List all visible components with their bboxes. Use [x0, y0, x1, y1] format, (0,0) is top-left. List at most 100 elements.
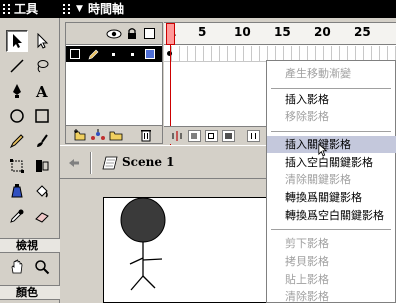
insert-folder-icon[interactable] [109, 128, 123, 142]
mouse-cursor-icon [318, 143, 328, 157]
pencil-tool-button[interactable] [6, 130, 28, 152]
menu-item-copy-frames[interactable]: 拷貝影格 [267, 253, 396, 270]
ink-bottle-icon [11, 184, 23, 198]
menu-separator [271, 88, 391, 89]
frame-context-menu: 產生移動漸變 插入影格 移除影格 插入關鍵影格 插入空白關鍵影格 清除關鍵影格 … [266, 60, 396, 303]
panel-grip-icon[interactable] [63, 4, 70, 14]
collapse-caret-icon[interactable]: ▼ [76, 0, 83, 18]
panel-grip-icon[interactable] [3, 4, 10, 14]
onion-outlines-button[interactable] [205, 130, 218, 142]
onion-markers-icon [251, 133, 256, 139]
subselect-arrow-icon [37, 33, 49, 49]
tools-title-text: 工具 [14, 2, 39, 16]
brush-icon [37, 134, 48, 147]
line-icon [10, 59, 24, 73]
text-tool-button[interactable]: A [31, 80, 53, 102]
view-section-label: 檢視 [0, 238, 60, 253]
layer-header [66, 23, 162, 45]
svg-text:A: A [35, 83, 48, 99]
ruler-number: 5 [198, 25, 207, 39]
layer-row[interactable] [66, 46, 162, 62]
timeline-title-bar[interactable]: ▼ 時間軸 [60, 0, 396, 18]
paint-bucket-icon [36, 185, 48, 198]
hand-icon [11, 259, 23, 274]
colors-section-label: 顏色 [0, 285, 60, 300]
arrow-tool-button[interactable] [6, 30, 28, 52]
timeline-title: 時間軸 [88, 2, 125, 16]
magnifier-icon [35, 260, 50, 275]
ruler-number: 15 [274, 25, 291, 39]
edit-bar-divider [90, 152, 92, 174]
menu-item-create-motion-tween[interactable]: 產生移動漸變 [267, 65, 396, 82]
pen-tool-button[interactable] [6, 80, 28, 102]
ruler-number: 10 [234, 25, 251, 39]
edit-multiple-icon [225, 133, 232, 139]
pencil-edit-icon [88, 49, 99, 60]
ruler-number: 25 [354, 25, 371, 39]
layer-footer [66, 125, 162, 143]
rectangle-icon [35, 109, 49, 123]
zoom-tool-button[interactable] [31, 256, 53, 278]
scene-name[interactable]: Scene 1 [122, 155, 175, 169]
onion-skin-button[interactable] [188, 130, 201, 142]
add-guide-layer-icon[interactable] [90, 128, 106, 142]
eraser-tool-button[interactable] [31, 205, 53, 227]
eraser-icon [35, 212, 49, 223]
menu-item-insert-blank-keyframe[interactable]: 插入空白關鍵影格 [267, 154, 396, 171]
onion-skin-icon [191, 133, 197, 139]
layer-color-swatch[interactable] [145, 49, 155, 59]
layer-visible-dot[interactable] [112, 53, 115, 56]
menu-item-insert-keyframe[interactable]: 插入關鍵影格 [267, 136, 396, 153]
fill-transform-icon [36, 160, 49, 172]
insert-layer-icon[interactable] [73, 128, 87, 142]
layer-lock-dot[interactable] [131, 53, 134, 56]
ink-bottle-tool-button[interactable] [6, 180, 28, 202]
ruler-number: 20 [314, 25, 331, 39]
menu-item-clear-frames[interactable]: 清除影格 [267, 288, 396, 303]
eyedropper-icon [10, 209, 24, 223]
text-a-icon: A [35, 83, 48, 99]
menu-item-cut-frames[interactable]: 剪下影格 [267, 235, 396, 252]
menu-item-insert-frame[interactable]: 插入影格 [267, 91, 396, 108]
trash-icon[interactable] [140, 128, 152, 142]
center-frame-icon[interactable] [171, 130, 183, 142]
menu-item-clear-keyframe[interactable]: 清除關鍵影格 [267, 171, 396, 188]
rectangle-tool-button[interactable] [31, 105, 53, 127]
menu-item-convert-to-blank-keyframe[interactable]: 轉換爲空白關鍵影格 [267, 207, 396, 224]
paint-bucket-tool-button[interactable] [31, 180, 53, 202]
fill-transform-tool-button[interactable] [31, 155, 53, 177]
menu-item-convert-to-keyframe[interactable]: 轉換爲關鍵影格 [267, 189, 396, 206]
lasso-icon [37, 60, 49, 73]
oval-tool-button[interactable] [6, 105, 28, 127]
oval-icon [10, 109, 24, 123]
back-arrow-icon[interactable] [68, 158, 80, 168]
eyedropper-tool-button[interactable] [6, 205, 28, 227]
menu-item-paste-frames[interactable]: 貼上影格 [267, 271, 396, 288]
menu-separator [271, 229, 391, 230]
free-transform-tool-button[interactable] [6, 155, 28, 177]
pen-icon [13, 84, 21, 98]
line-tool-button[interactable] [6, 55, 28, 77]
outline-icon[interactable] [144, 28, 155, 39]
arrow-icon [13, 34, 22, 48]
stage[interactable] [103, 197, 293, 303]
lasso-tool-button[interactable] [31, 55, 53, 77]
lock-icon[interactable] [127, 27, 137, 39]
hand-tool-button[interactable] [6, 256, 28, 278]
free-transform-icon [10, 159, 24, 173]
layer-list [65, 22, 163, 144]
pencil-icon [9, 134, 24, 149]
modify-onion-markers-button[interactable] [247, 130, 260, 142]
edit-multiple-frames-button[interactable] [222, 130, 235, 142]
brush-tool-button[interactable] [31, 130, 53, 152]
playhead-handle[interactable] [166, 23, 175, 45]
onion-outlines-icon [208, 133, 214, 139]
scene-icon [102, 156, 118, 170]
layer-type-icon [70, 49, 80, 59]
tools-panel: 工具 A 檢視 顏色 [0, 0, 60, 303]
frame-ruler[interactable]: 1 5 10 15 20 25 [164, 23, 396, 45]
menu-item-remove-frame[interactable]: 移除影格 [267, 108, 396, 125]
subselect-tool-button[interactable] [31, 30, 53, 52]
menu-separator [271, 131, 391, 132]
eye-icon[interactable] [106, 29, 122, 39]
